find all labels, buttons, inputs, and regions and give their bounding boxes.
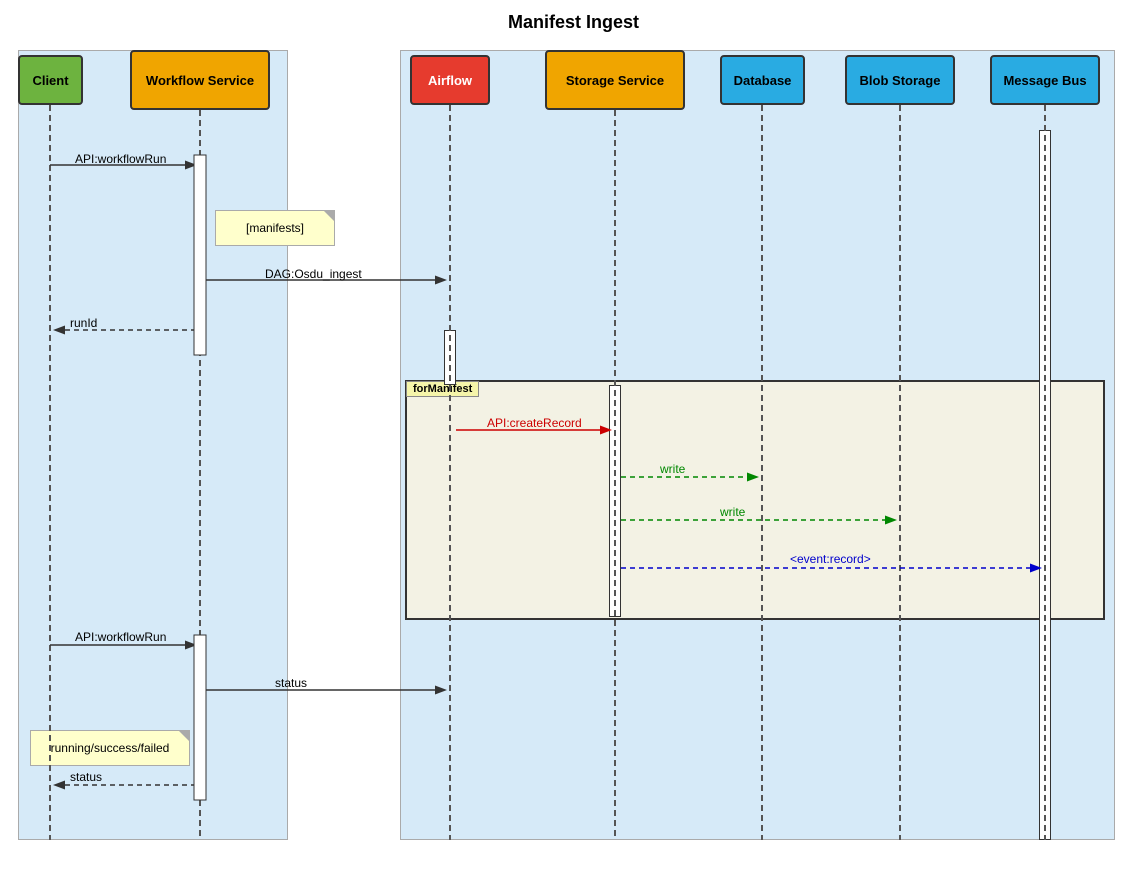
actor-storage: Storage Service — [545, 50, 685, 110]
activation-msgbus — [1039, 130, 1051, 840]
msg-write-2: write — [720, 505, 745, 519]
msg-api-workflowrun-1: API:workflowRun — [75, 152, 166, 166]
frame-label: forManifest — [406, 381, 479, 397]
actor-client: Client — [18, 55, 83, 105]
actor-msgbus: Message Bus — [990, 55, 1100, 105]
msg-event-record: <event:record> — [790, 552, 871, 566]
msg-api-workflowrun-2: API:workflowRun — [75, 630, 166, 644]
actor-database: Database — [720, 55, 805, 105]
msg-dag-osdu-ingest: DAG:Osdu_ingest — [265, 267, 362, 281]
msg-status-1: status — [275, 676, 307, 690]
activation-storage-1 — [609, 385, 621, 617]
actor-workflow: Workflow Service — [130, 50, 270, 110]
actor-airflow: Airflow — [410, 55, 490, 105]
note-status: running/success/failed — [30, 730, 190, 766]
msg-runid: runId — [70, 316, 97, 330]
activation-airflow-1 — [444, 330, 456, 385]
msg-status-2: status — [70, 770, 102, 784]
msg-api-createrecord: API:createRecord — [487, 416, 582, 430]
actor-blob: Blob Storage — [845, 55, 955, 105]
diagram-container: Manifest Ingest Client Workflow Service … — [0, 0, 1147, 891]
note-manifests: [manifests] — [215, 210, 335, 246]
left-panel — [18, 50, 288, 840]
diagram-title: Manifest Ingest — [0, 0, 1147, 33]
msg-write-1: write — [660, 462, 685, 476]
